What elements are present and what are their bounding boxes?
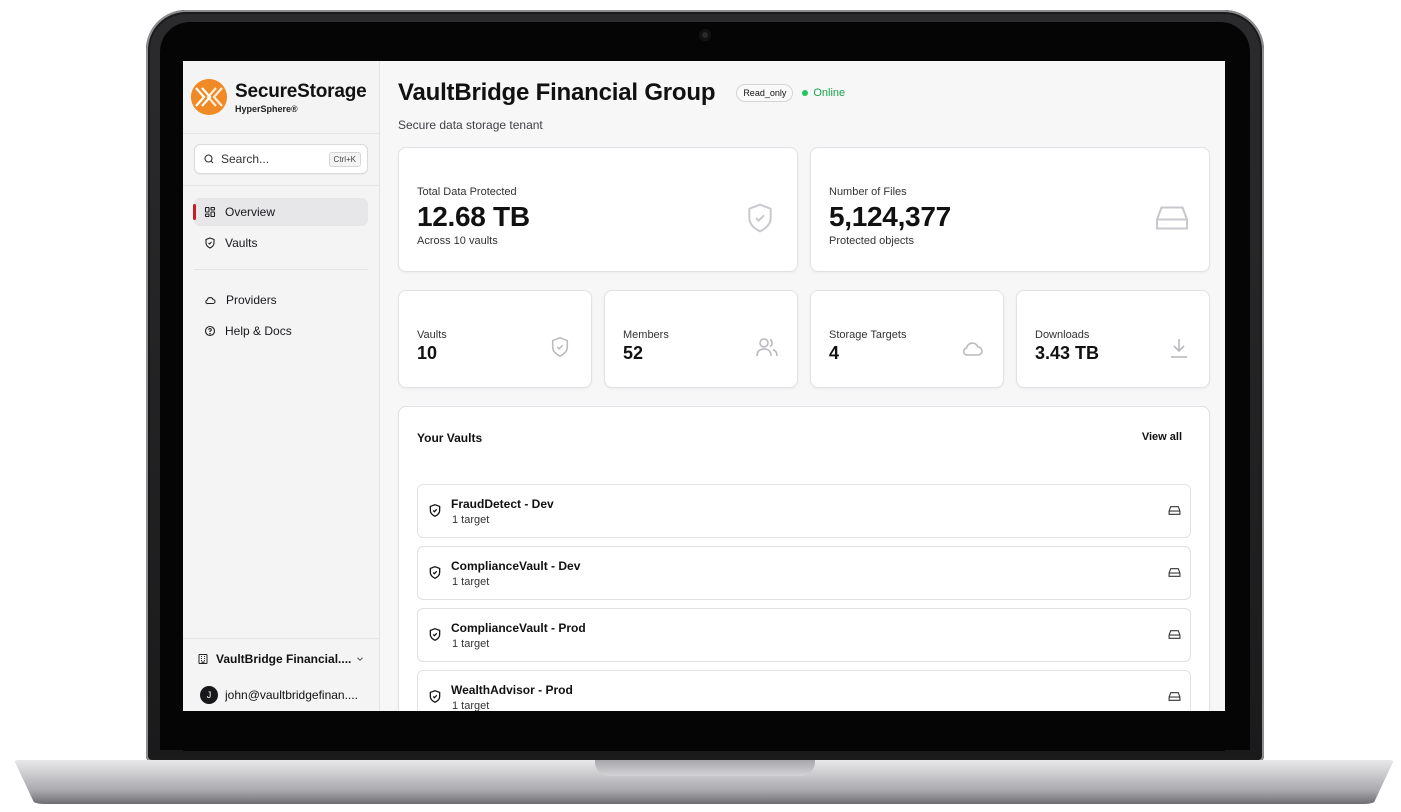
stat-card-vaults: Vaults 10 (398, 290, 592, 388)
stat-value: 12.68 TB (417, 201, 530, 232)
stat-card-total-data: Total Data Protected 12.68 TB Across 10 … (398, 147, 798, 272)
sidebar-item-providers[interactable]: Providers (194, 286, 368, 314)
brand[interactable]: SecureStorage HyperSphere® (183, 61, 379, 134)
vault-row[interactable]: ComplianceVault - Prod 1 target (417, 608, 1191, 662)
page-header: VaultBridge Financial Group Read_only On… (398, 61, 1210, 107)
stat-card-storage-targets: Storage Targets 4 (810, 290, 1004, 388)
stat-value: 4 (829, 343, 840, 363)
stat-label: Total Data Protected (417, 186, 517, 198)
stat-note: Across 10 vaults (417, 235, 498, 247)
sidebar-footer: VaultBridge Financial.... J john@vaultbr… (183, 638, 379, 711)
shield-icon (205, 237, 215, 249)
download-icon (1171, 339, 1187, 358)
grid-icon (204, 206, 216, 218)
hard-drive-icon (1168, 506, 1181, 515)
user-email: john@vaultbridgefinan.... (225, 688, 358, 702)
search-shortcut: Ctrl+K (328, 151, 361, 167)
org-switcher[interactable]: VaultBridge Financial.... (183, 638, 379, 679)
status-indicator: Online (802, 87, 845, 99)
sidebar-item-label: Providers (226, 293, 277, 307)
nav-primary: Overview Vaults (183, 198, 379, 257)
status-text: Online (813, 87, 846, 99)
stat-label: Vaults (417, 329, 447, 341)
sidebar: SecureStorage HyperSphere® Search... Ctr… (183, 61, 380, 711)
stat-value: 3.43 TB (1035, 343, 1100, 363)
user-menu[interactable]: J john@vaultbridgefinan.... (183, 679, 379, 711)
sidebar-item-vaults[interactable]: Vaults (194, 229, 368, 257)
vault-name: WealthAdvisor - Prod (451, 683, 573, 697)
screen-bottom-bezel (183, 711, 1225, 751)
help-circle-icon (204, 325, 216, 337)
role-badge: Read_only (736, 84, 794, 102)
stat-card-members: Members 52 (604, 290, 798, 388)
shield-check-icon (429, 627, 441, 642)
stat-label: Downloads (1035, 329, 1090, 341)
search-input[interactable]: Search... Ctrl+K (194, 144, 368, 174)
brand-product: HyperSphere® (235, 103, 298, 114)
logo-icon (191, 79, 227, 115)
stat-card-downloads: Downloads 3.43 TB (1016, 290, 1210, 388)
vault-targets: 1 target (452, 576, 490, 588)
sidebar-item-label: Help & Docs (225, 324, 292, 338)
shield-check-icon (551, 337, 569, 357)
vault-name: ComplianceVault - Dev (451, 559, 581, 573)
hard-drive-icon (1168, 692, 1181, 701)
sidebar-item-label: Overview (225, 205, 276, 219)
org-name: VaultBridge Financial.... (216, 652, 352, 666)
vault-name: FraudDetect - Dev (451, 497, 554, 511)
view-all-link[interactable]: View all (1142, 431, 1182, 443)
hard-drive-icon (1155, 206, 1189, 230)
stat-card-files: Number of Files 5,124,377 Protected obje… (810, 147, 1210, 272)
vault-targets: 1 target (452, 514, 490, 526)
search-icon (204, 154, 214, 164)
brand-name: SecureStorage (235, 80, 367, 102)
hard-drive-icon (1168, 568, 1181, 577)
shield-check-icon (429, 503, 441, 518)
hard-drive-icon (1168, 630, 1181, 639)
sidebar-item-help[interactable]: Help & Docs (194, 317, 368, 345)
stat-label: Storage Targets (829, 329, 907, 341)
vault-row[interactable]: ComplianceVault - Dev 1 target (417, 546, 1191, 600)
cloud-icon (205, 297, 216, 305)
chevron-down-icon (357, 657, 363, 661)
shield-check-icon (429, 565, 441, 580)
search-placeholder: Search... (221, 152, 270, 166)
stat-value: 52 (623, 343, 644, 363)
nav-secondary: Providers Help & Docs (183, 286, 379, 345)
sidebar-item-overview[interactable]: Overview (193, 198, 368, 226)
stat-value: 10 (417, 343, 438, 363)
users-icon (756, 338, 778, 357)
vault-targets: 1 target (452, 638, 490, 650)
status-dot-icon (802, 90, 809, 96)
vault-name: ComplianceVault - Prod (451, 621, 586, 635)
stat-label: Number of Files (829, 186, 907, 198)
vaults-panel-title: Your Vaults (417, 431, 483, 445)
shield-check-icon (429, 689, 441, 704)
stat-label: Members (623, 329, 669, 341)
cloud-icon (962, 342, 983, 356)
page-title: VaultBridge Financial Group (398, 79, 716, 106)
page-subtitle: Secure data storage tenant (398, 118, 543, 132)
building-icon (198, 654, 208, 664)
vaults-panel: Your Vaults View all FraudDetect - Dev 1… (398, 406, 1210, 728)
shield-check-icon (748, 203, 772, 233)
vault-row[interactable]: FraudDetect - Dev 1 target (417, 484, 1191, 538)
sidebar-item-label: Vaults (225, 236, 258, 250)
stat-note: Protected objects (829, 235, 914, 247)
laptop-notch (595, 760, 815, 776)
avatar: J (200, 686, 218, 704)
stat-value: 5,124,377 (829, 201, 951, 232)
camera-icon (699, 29, 711, 41)
